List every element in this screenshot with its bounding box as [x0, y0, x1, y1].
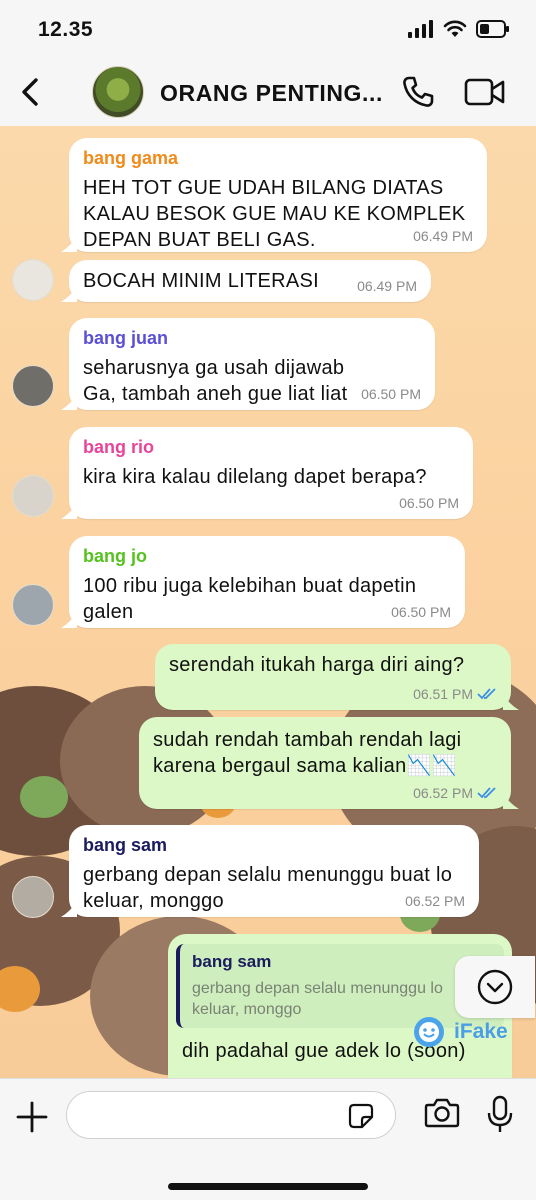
message-meta: 06.50 PM	[399, 495, 459, 511]
message-meta: 06.49 PM	[357, 278, 417, 294]
message-meta: 06.50 PM	[361, 386, 421, 402]
message-bubble-outgoing[interactable]: sudah rendah tambah rendah lagi karena b…	[139, 717, 519, 809]
message-meta: 06.52 PM	[405, 893, 465, 909]
sender-avatar[interactable]	[12, 259, 54, 301]
group-avatar[interactable]	[92, 66, 144, 118]
message-meta: 06.50 PM	[391, 604, 451, 620]
attach-button[interactable]	[14, 1099, 50, 1140]
message-bubble[interactable]: bang sam gerbang depan selalu menunggu b…	[61, 825, 479, 917]
bubble-tail	[61, 394, 77, 410]
sender-name: bang sam	[83, 835, 168, 855]
message-bubble[interactable]: bang juan seharusnya ga usah dijawab Ga,…	[61, 318, 435, 410]
message-time: 06.52 PM	[413, 785, 473, 801]
message-text: sudah rendah tambah rendah lagi karena b…	[153, 729, 462, 777]
bubble-tail	[61, 286, 77, 302]
status-time: 12.35	[38, 18, 94, 41]
message-time: 06.52 PM	[405, 893, 465, 909]
sender-name: bang rio	[83, 437, 154, 457]
message-bubble[interactable]: bang jo 100 ribu juga kelebihan buat dap…	[61, 536, 465, 628]
double-check-icon	[477, 787, 496, 799]
sender-avatar[interactable]	[12, 876, 54, 918]
battery-icon	[476, 20, 509, 38]
sender-avatar[interactable]	[12, 475, 54, 517]
chevron-left-icon	[22, 78, 38, 106]
message-meta: 06.52 PM	[413, 785, 497, 801]
plus-icon	[16, 1101, 48, 1133]
wifi-icon	[443, 20, 467, 37]
double-check-icon	[477, 688, 496, 700]
status-bar: 12.35	[0, 0, 536, 62]
chat-area[interactable]: bang gama HEH TOT GUE UDAH BILANG DIATAS…	[0, 126, 536, 1078]
message-time: 06.49 PM	[413, 228, 473, 244]
scroll-to-bottom-button[interactable]	[455, 956, 535, 1018]
ifake-watermark: iFake	[412, 1015, 508, 1049]
message-input[interactable]	[66, 1091, 396, 1139]
signal-icon	[408, 20, 433, 38]
group-title[interactable]: ORANG PENTING...	[160, 80, 383, 107]
status-icons	[408, 20, 510, 38]
message-text: kira kira kalau dilelang dapet berapa?	[83, 466, 427, 488]
camera-button[interactable]	[424, 1097, 460, 1134]
voice-note-button[interactable]	[486, 1095, 514, 1140]
sender-name: bang gama	[83, 148, 179, 168]
watermark-label: iFake	[454, 1020, 508, 1043]
message-composer	[0, 1078, 536, 1200]
message-time: 06.51 PM	[413, 686, 473, 702]
message-bubble[interactable]: bang gama HEH TOT GUE UDAH BILANG DIATAS…	[61, 138, 487, 252]
chat-header: ORANG PENTING...	[0, 62, 536, 126]
video-camera-icon	[464, 78, 505, 106]
message-time: 06.50 PM	[399, 495, 459, 511]
message-time: 06.50 PM	[361, 386, 421, 402]
message-time: 06.49 PM	[357, 278, 417, 294]
video-call-button[interactable]	[464, 76, 506, 113]
home-indicator[interactable]	[168, 1183, 368, 1190]
sticker-icon	[348, 1103, 374, 1129]
voice-call-button[interactable]	[400, 74, 436, 115]
sender-name: bang juan	[83, 328, 168, 348]
camera-icon	[424, 1098, 460, 1128]
sticker-button[interactable]	[348, 1103, 374, 1134]
bubble-tail	[503, 793, 519, 809]
message-meta: 06.49 PM	[413, 228, 473, 244]
microphone-icon	[487, 1095, 513, 1132]
message-text: serendah itukah harga diri aing?	[169, 654, 465, 676]
bubble-tail	[61, 612, 77, 628]
bubble-tail	[61, 503, 77, 519]
quoted-sender: bang sam	[192, 952, 272, 971]
bubble-tail	[61, 901, 77, 917]
message-bubble[interactable]: bang rio kira kira kalau dilelang dapet …	[61, 427, 473, 519]
back-button[interactable]	[10, 72, 50, 112]
quoted-text: gerbang depan selalu menunggu lo keluar,…	[192, 980, 443, 1018]
wallpaper-shape	[20, 776, 68, 818]
message-text: seharusnya ga usah dijawab Ga, tambah an…	[83, 357, 348, 405]
message-meta: 06.51 PM	[413, 686, 497, 702]
message-time: 06.50 PM	[391, 604, 451, 620]
message-bubble[interactable]: BOCAH MINIM LITERASI 06.49 PM	[61, 260, 431, 302]
bubble-tail	[61, 236, 77, 252]
bubble-tail	[503, 694, 519, 710]
phone-icon	[403, 76, 434, 107]
sender-name: bang jo	[83, 546, 147, 566]
sender-avatar[interactable]	[12, 584, 54, 626]
message-bubble-outgoing[interactable]: serendah itukah harga diri aing? 06.51 P…	[155, 644, 519, 710]
smiley-logo-icon	[414, 1017, 444, 1047]
sender-avatar[interactable]	[12, 365, 54, 407]
chevron-down-circle-icon	[477, 969, 513, 1005]
